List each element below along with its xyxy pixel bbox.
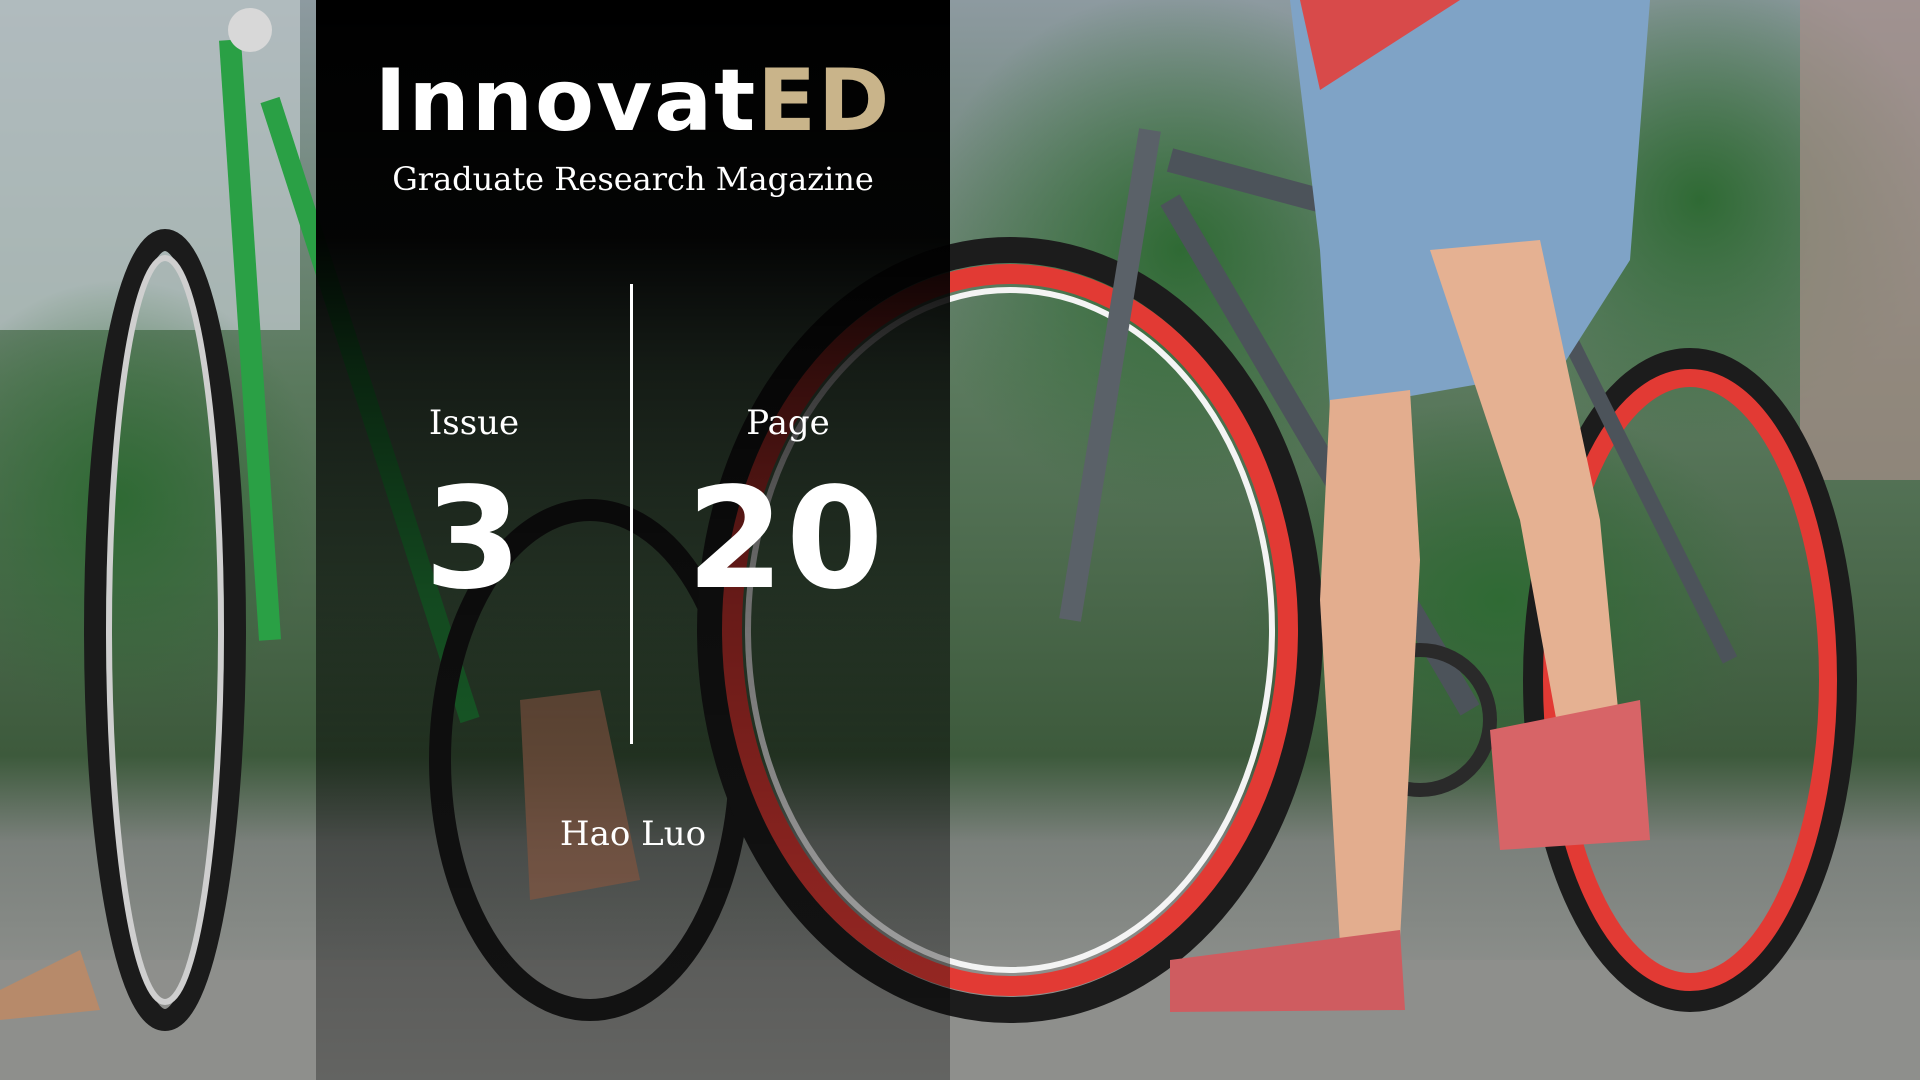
page-number: 20 [686, 458, 886, 621]
magazine-subtitle: Graduate Research Magazine [392, 160, 874, 198]
issue-number: 3 [424, 458, 524, 621]
cover-panel: InnovatED Graduate Research Magazine Iss… [316, 0, 950, 1080]
page-label: Page [746, 403, 830, 443]
background-photo [0, 0, 1920, 1080]
issue-label: Issue [428, 403, 520, 443]
magazine-logo: InnovatED [316, 58, 950, 144]
vertical-divider [630, 284, 633, 744]
logo-text-white: Innovat [374, 51, 758, 151]
author-name: Hao Luo [559, 814, 707, 854]
logo-text-gold: ED [757, 51, 892, 151]
